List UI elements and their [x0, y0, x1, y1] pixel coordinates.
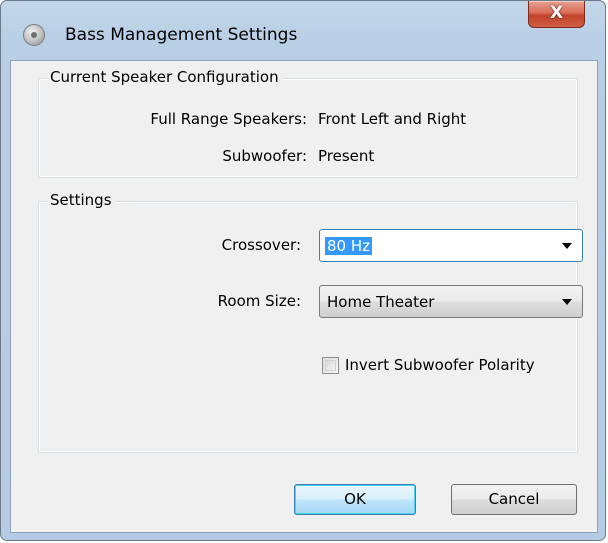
crossover-combobox[interactable]: 80 Hz — [319, 229, 583, 262]
dialog-window: Bass Management Settings X Current Speak… — [0, 0, 606, 541]
chevron-down-icon[interactable] — [562, 299, 572, 305]
dialog-client-area: Current Speaker Configuration Full Range… — [10, 60, 598, 533]
room-size-dropdown[interactable]: Home Theater — [319, 285, 583, 318]
current-config-legend: Current Speaker Configuration — [47, 68, 282, 86]
window-title: Bass Management Settings — [65, 25, 298, 45]
settings-legend: Settings — [47, 191, 115, 209]
full-range-value: Front Left and Right — [318, 110, 467, 128]
title-bar[interactable]: Bass Management Settings X — [1, 1, 605, 61]
cancel-button[interactable]: Cancel — [451, 484, 577, 515]
crossover-selected-value[interactable]: 80 Hz — [325, 237, 373, 255]
subwoofer-value: Present — [318, 147, 375, 165]
room-size-label: Room Size: — [217, 292, 301, 310]
subwoofer-label: Subwoofer: — [222, 147, 307, 165]
crossover-label: Crossover: — [221, 236, 301, 254]
ok-button[interactable]: OK — [294, 484, 416, 515]
full-range-label: Full Range Speakers: — [150, 110, 307, 128]
close-icon: X — [549, 3, 564, 23]
speaker-disc-icon — [23, 24, 45, 46]
invert-polarity-checkbox[interactable] — [322, 357, 339, 374]
room-size-selected-value: Home Theater — [327, 293, 435, 311]
chevron-down-icon[interactable] — [562, 243, 572, 249]
invert-polarity-label[interactable]: Invert Subwoofer Polarity — [345, 356, 535, 374]
close-button[interactable]: X — [528, 1, 585, 28]
